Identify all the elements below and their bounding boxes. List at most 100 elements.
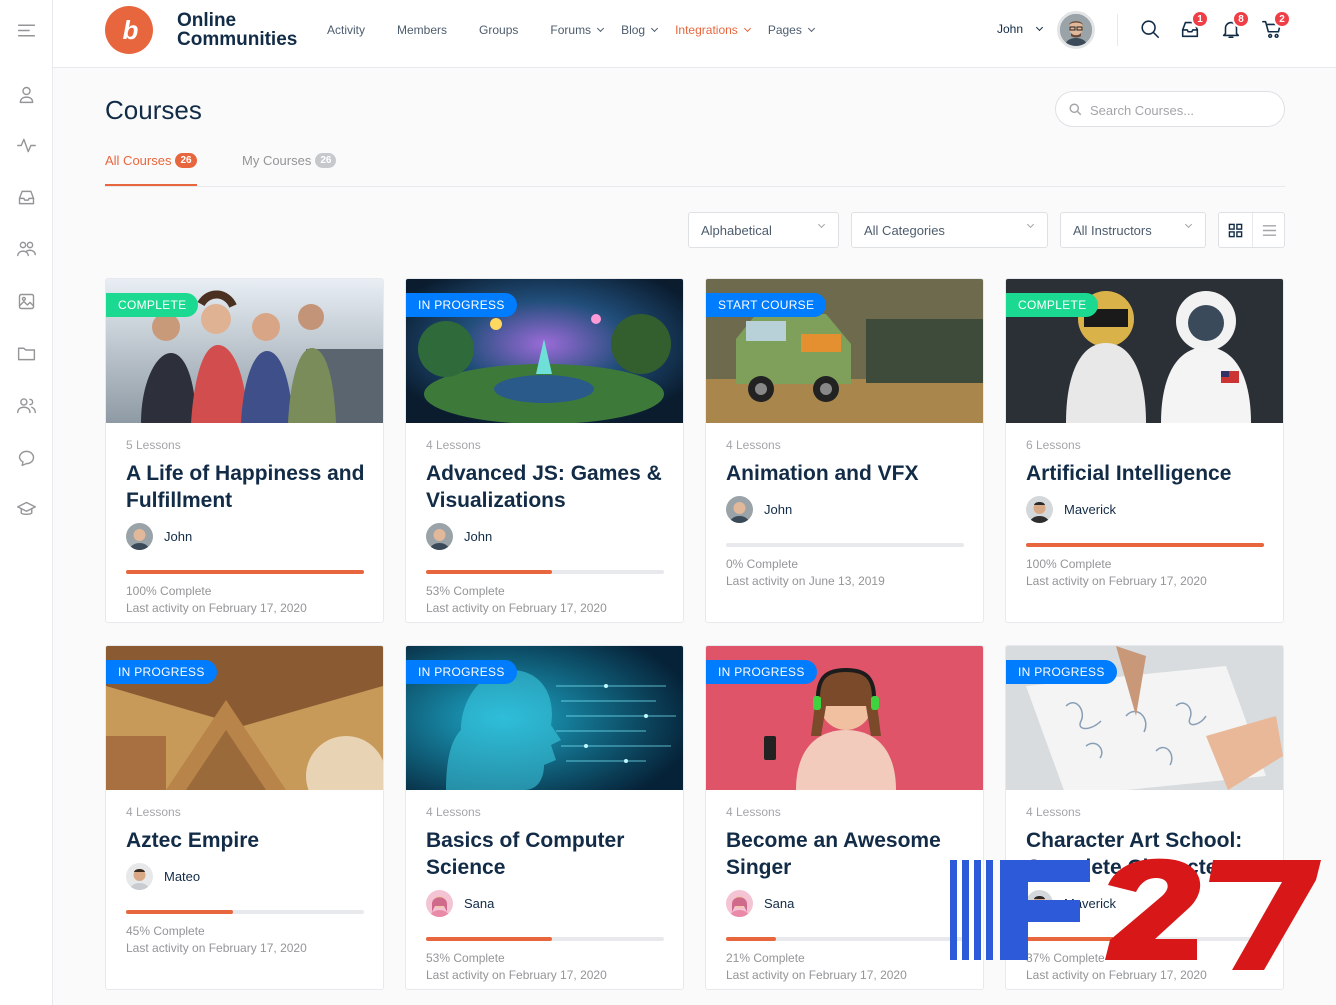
course-author[interactable]: Maverick [1026,496,1116,523]
progress-fill [426,570,553,574]
nav-item-integrations[interactable]: Integrations [675,23,751,37]
count-badge: 26 [315,153,337,168]
course-author[interactable]: Sana [726,890,794,917]
course-title[interactable]: Basics of Computer Science [426,827,671,881]
course-author[interactable]: John [426,523,492,550]
user-menu[interactable]: John [997,22,1044,36]
sidebar-item-activity[interactable] [8,129,44,161]
sidebar-item-inbox[interactable] [8,181,44,213]
sidebar-item-courses[interactable] [8,493,44,525]
brand-name[interactable]: Online Communities [177,11,297,49]
search-button[interactable] [1139,18,1163,42]
nav-item-label: Integrations [675,23,738,37]
course-author[interactable]: Sana [426,890,494,917]
course-card[interactable]: COMPLETE 6 Lessons Artificial Intelligen… [1005,278,1284,623]
list-view-button[interactable] [1253,213,1286,247]
progress-label: 0% Complete [726,557,799,571]
sort-select-value: Alphabetical [701,223,772,238]
instructor-select[interactable]: All Instructors [1060,212,1206,248]
course-card[interactable]: IN PROGRESS 4 Lessons Advanced JS: Games… [405,278,684,623]
tab-all-courses[interactable]: All Courses 26 [105,153,197,186]
nav-item-label: Groups [479,23,519,37]
nav-item-groups[interactable]: Groups [479,23,518,37]
avatar [726,496,753,523]
avatar[interactable] [1057,11,1095,49]
last-activity: Last activity on February 17, 2020 [126,941,307,955]
nav-item-activity[interactable]: Activity [327,23,365,37]
tab-label: My Courses [242,153,312,168]
lesson-count: 4 Lessons [726,438,781,452]
messages-button[interactable]: 1 [1179,10,1209,42]
course-author[interactable]: John [726,496,792,523]
course-title[interactable]: A Life of Happiness and Fulfillment [126,460,371,514]
author-name: John [764,502,793,517]
sidebar-item-connections[interactable] [8,389,44,421]
course-title[interactable]: Become an Awesome Singer [726,827,971,881]
nav-item-members[interactable]: Members [397,23,447,37]
sidebar-item-photos[interactable] [8,285,44,317]
chevron-down-icon [1184,220,1193,229]
course-title[interactable]: Aztec Empire [126,827,371,854]
chevron-down-icon [1035,23,1044,31]
lesson-count: 4 Lessons [126,805,181,819]
status-badge: COMPLETE [106,293,199,317]
course-title[interactable]: Animation and VFX [726,460,971,487]
course-card[interactable]: COMPLETE 5 Lessons A Life of Happiness a… [105,278,384,623]
course-author[interactable]: Mateo [126,863,200,890]
image-icon [18,293,34,309]
sidebar-item-groups[interactable] [8,232,44,264]
progress-bar [126,570,364,574]
sidebar-item-forums[interactable] [8,441,44,473]
grid-icon [1228,223,1243,237]
status-badge: IN PROGRESS [406,293,517,317]
sidebar-item-profile[interactable] [8,78,44,110]
list-icon [1262,224,1277,236]
header-divider [1117,14,1118,46]
nav-item-label: Pages [767,23,802,37]
author-name: John [464,529,493,544]
friends-icon [16,397,36,413]
lesson-count: 4 Lessons [726,805,781,819]
course-card[interactable]: IN PROGRESS 4 Lessons Aztec Empire Mateo… [105,645,384,990]
nav-item-forums[interactable]: Forums [550,23,605,37]
nav-item-label: Blog [621,23,646,37]
avatar-image [1060,14,1092,46]
hamburger-icon [17,24,35,36]
instructor-select-value: All Instructors [1073,223,1152,238]
nav-item-pages[interactable]: Pages [767,23,815,37]
sidebar-item-documents[interactable] [8,337,44,369]
watermark-logo [950,858,1321,970]
avatar [426,523,453,550]
author-name: Maverick [1064,502,1117,517]
nav-item-blog[interactable]: Blog [621,23,659,37]
course-card[interactable]: IN PROGRESS 4 Lessons Become an Awesome … [705,645,984,990]
progress-fill [126,570,364,574]
category-select[interactable]: All Categories [851,212,1048,248]
grid-view-button[interactable] [1219,213,1252,247]
brand-logo-icon[interactable]: b [105,6,153,54]
progress-bar [426,570,664,574]
status-badge: IN PROGRESS [1006,660,1117,684]
course-author[interactable]: John [126,523,192,550]
course-title[interactable]: Artificial Intelligence [1026,460,1271,487]
course-tabs: All Courses 26 My Courses 26 [105,150,1285,187]
menu-toggle[interactable] [8,14,44,46]
sort-select[interactable]: Alphabetical [688,212,839,248]
course-card[interactable]: IN PROGRESS 4 Lessons Basics of Computer… [405,645,684,990]
chevron-down-icon [817,220,826,229]
avatar [1026,496,1053,523]
last-activity: Last activity on February 17, 2020 [426,968,607,982]
tab-my-courses[interactable]: My Courses 26 [242,153,337,186]
search-input[interactable] [1090,100,1270,120]
progress-bar [126,910,364,914]
progress-fill [126,910,234,914]
top-header: b Online Communities Activity Members Gr… [53,0,1336,68]
tab-label: All Courses [105,153,172,168]
progress-bar [726,937,964,941]
cart-button[interactable]: 2 [1261,10,1291,42]
notifications-button[interactable]: 8 [1220,10,1250,42]
avatar [426,890,453,917]
avatar [126,523,153,550]
course-card[interactable]: START COURSE 4 Lessons Animation and VFX… [705,278,984,623]
course-title[interactable]: Advanced JS: Games & Visualizations [426,460,671,514]
